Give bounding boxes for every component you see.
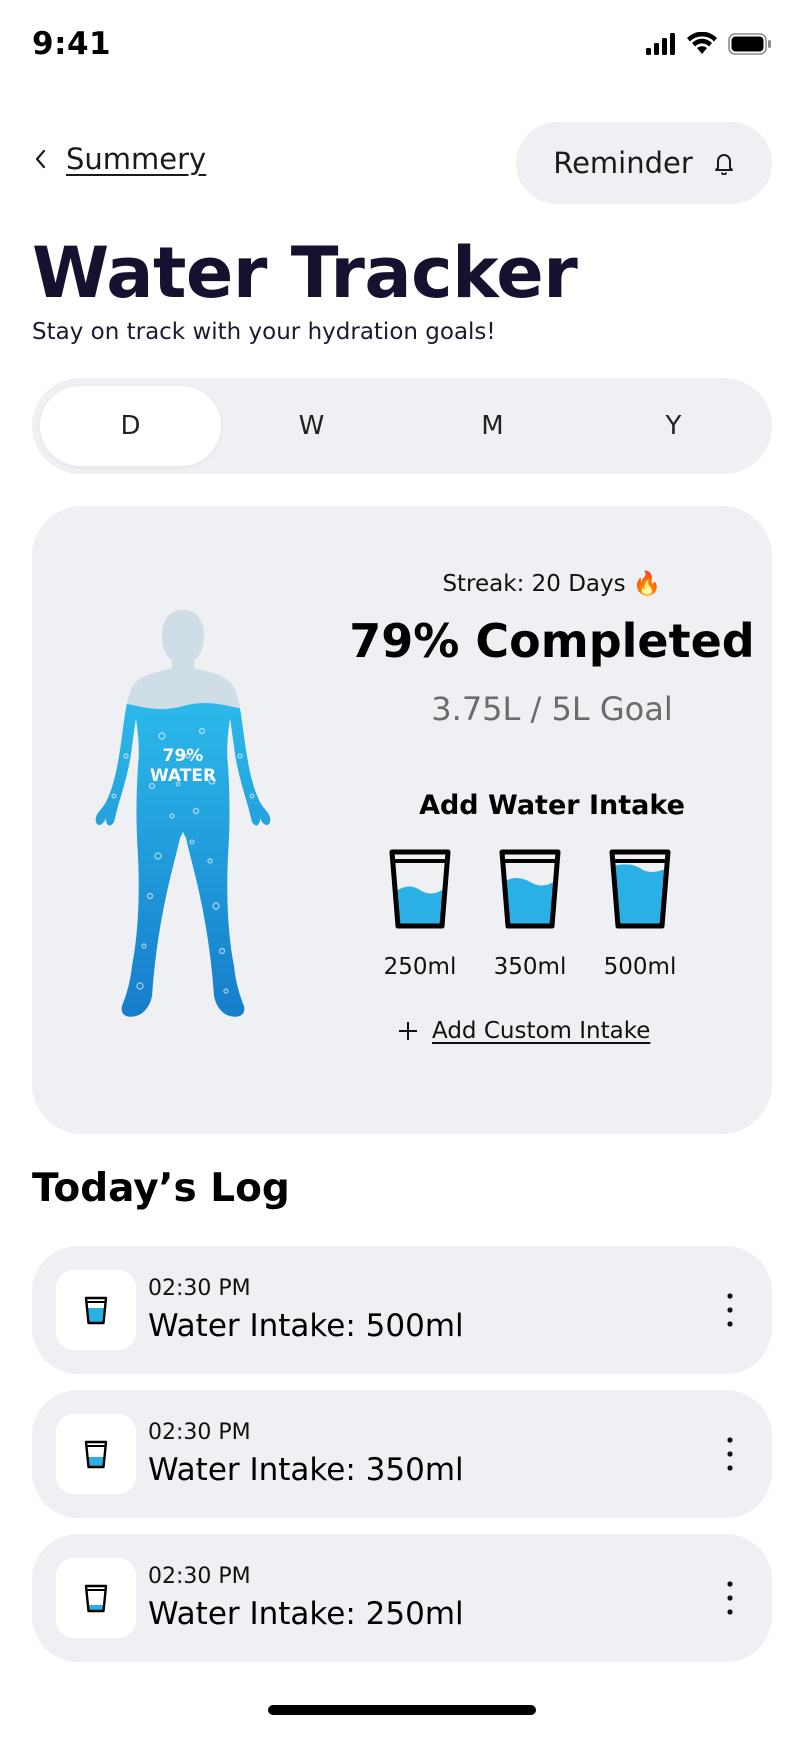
cup-icon <box>389 849 451 929</box>
cup-icon <box>609 849 671 929</box>
summary-card: 79% WATER Streak: 20 Days 🔥 79% Complete… <box>32 506 772 1134</box>
back-button[interactable]: Summery <box>32 142 206 176</box>
cup-icon <box>84 1584 108 1613</box>
list-item[interactable]: 02:30 PM Water Intake: 350ml <box>32 1390 772 1518</box>
tab-year[interactable]: Y <box>583 386 764 466</box>
tab-month[interactable]: M <box>402 386 583 466</box>
log-time: 02:30 PM <box>148 1420 251 1445</box>
add-intake-title: Add Water Intake <box>419 790 685 821</box>
log-amount: Water Intake: 250ml <box>148 1596 464 1632</box>
more-vertical-icon[interactable] <box>720 1434 740 1474</box>
more-vertical-icon[interactable] <box>720 1290 740 1330</box>
tab-day[interactable]: D <box>40 386 221 466</box>
cup-icon <box>84 1296 108 1325</box>
log-time: 02:30 PM <box>148 1276 251 1301</box>
completed-percent: 79% Completed <box>349 614 755 668</box>
cup-icon <box>499 849 561 929</box>
body-water-label: WATER <box>149 766 217 786</box>
body-water-illustration <box>95 610 271 1017</box>
log-icon-box <box>56 1270 136 1350</box>
log-icon-box <box>56 1414 136 1494</box>
chevron-left-icon <box>35 149 46 169</box>
add-custom-intake-button[interactable]: Add Custom Intake <box>398 1018 650 1044</box>
cup-label-500: 500ml <box>603 954 677 980</box>
add-250ml-button[interactable]: 250ml <box>370 846 470 996</box>
list-item[interactable]: 02:30 PM Water Intake: 250ml <box>32 1534 772 1662</box>
home-indicator <box>268 1705 536 1715</box>
status-time: 9:41 <box>32 26 112 62</box>
reminder-button[interactable]: Reminder <box>516 122 772 204</box>
add-350ml-button[interactable]: 350ml <box>480 846 580 996</box>
log-list: 02:30 PM Water Intake: 500ml 02:30 PM Wa… <box>32 1246 772 1678</box>
log-amount: Water Intake: 500ml <box>148 1308 464 1344</box>
back-label: Summery <box>66 142 207 176</box>
list-item[interactable]: 02:30 PM Water Intake: 500ml <box>32 1246 772 1374</box>
wifi-icon <box>687 32 717 54</box>
log-title: Today’s Log <box>32 1166 290 1211</box>
status-bar: 9:41 <box>0 0 804 90</box>
log-icon-box <box>56 1558 136 1638</box>
signal-icon <box>646 33 675 55</box>
plus-icon <box>399 1022 417 1040</box>
body-percent-label: 79% WATER <box>92 746 274 786</box>
more-vertical-icon[interactable] <box>720 1578 740 1618</box>
log-time: 02:30 PM <box>148 1564 251 1589</box>
add-500ml-button[interactable]: 500ml <box>590 846 690 996</box>
top-nav: Summery Reminder <box>32 122 772 204</box>
page-subtitle: Stay on track with your hydration goals! <box>32 319 496 345</box>
bell-icon <box>714 154 733 175</box>
period-selector: D W M Y <box>32 378 772 474</box>
page-title: Water Tracker <box>32 232 578 314</box>
cup-icon <box>84 1440 108 1469</box>
status-icons <box>646 32 772 56</box>
goal-progress: 3.75L / 5L Goal <box>431 690 673 728</box>
add-custom-intake-label: Add Custom Intake <box>432 1018 651 1044</box>
streak-text: Streak: 20 Days 🔥 <box>442 571 662 597</box>
reminder-label: Reminder <box>553 146 693 180</box>
body-percent: 79% <box>162 746 204 766</box>
log-amount: Water Intake: 350ml <box>148 1452 464 1488</box>
tab-week[interactable]: W <box>221 386 402 466</box>
battery-icon <box>728 33 771 55</box>
